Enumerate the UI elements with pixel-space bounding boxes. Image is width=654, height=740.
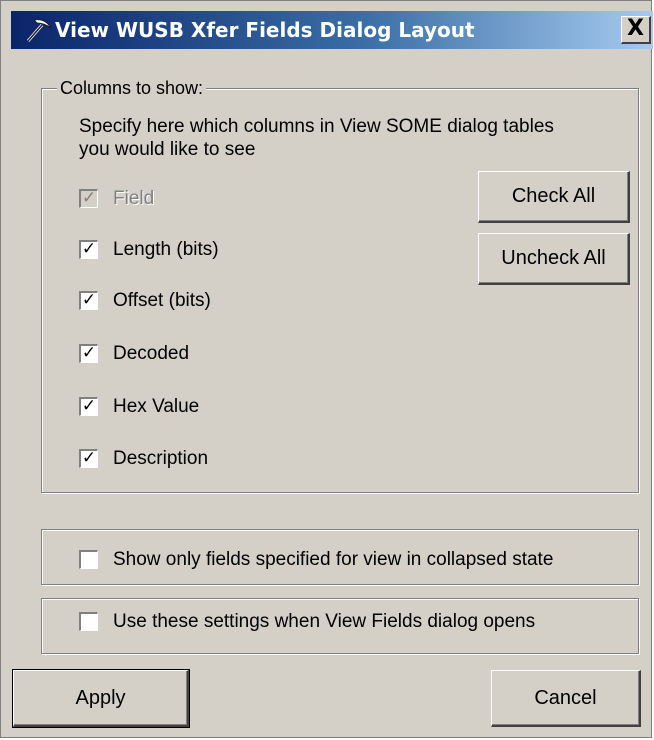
checkbox-label: Description [113,448,209,469]
checkbox-label: Field [113,188,155,209]
checkbox-label: Length (bits) [113,239,219,260]
checkmark-icon: ✓ [79,344,98,363]
checkbox-label: Decoded [113,343,190,364]
pickaxe-icon [25,17,53,43]
checkbox-empty-icon [79,612,98,631]
checkmark-icon: ✓ [79,449,98,468]
checkmark-icon: ✓ [79,240,98,259]
checkbox-empty-icon [79,550,98,569]
apply-button[interactable]: Apply [12,669,190,728]
columns-group-legend: Columns to show: [57,77,207,99]
checkbox-label: Show only fields specified for view in c… [113,549,554,570]
checkmark-icon: ✓ [79,189,98,208]
uncheck-all-button[interactable]: Uncheck All [478,233,630,285]
cancel-button[interactable]: Cancel [491,670,641,727]
close-icon: X [627,16,644,41]
checkbox-label: Hex Value [113,396,200,417]
close-button[interactable]: X [621,16,651,44]
checkbox-label: Use these settings when View Fields dial… [113,611,536,632]
checkbox-label: Offset (bits) [113,290,211,311]
checkmark-icon: ✓ [79,397,98,416]
title-bar[interactable]: View WUSB Xfer Fields Dialog Layout [11,11,653,49]
checkmark-icon: ✓ [79,291,98,310]
check-all-button[interactable]: Check All [478,171,630,223]
dialog-window: View WUSB Xfer Fields Dialog Layout X Co… [0,0,653,738]
columns-description: Specify here which columns in View SOME … [79,116,554,160]
window-title: View WUSB Xfer Fields Dialog Layout [55,18,475,42]
